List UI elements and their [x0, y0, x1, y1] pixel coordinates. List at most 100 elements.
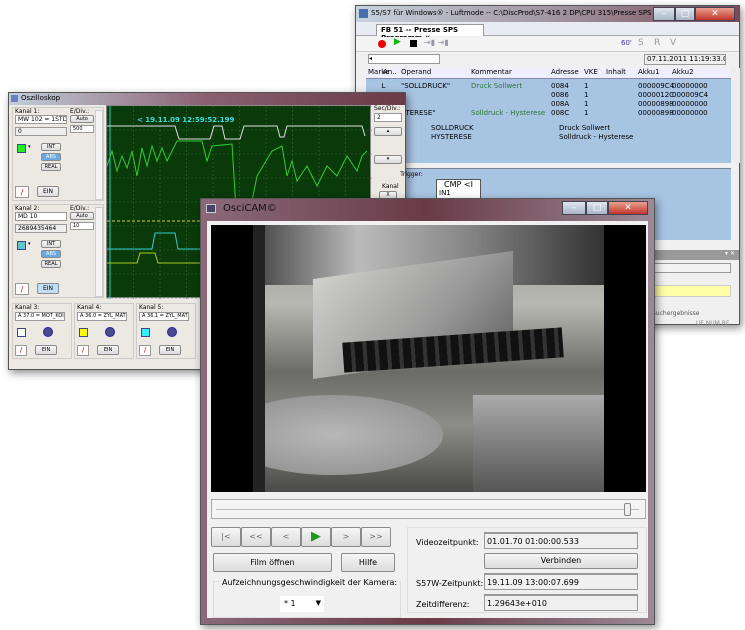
- channel-operand-field[interactable]: A 37.0 = MOT_KOI: [15, 312, 65, 321]
- cell-akku1: 0000012C: [638, 91, 675, 99]
- minimize-button[interactable]: –: [653, 7, 675, 21]
- open-film-button[interactable]: Film öffnen: [213, 553, 332, 572]
- channel-operand-field[interactable]: MW 102 = 1STDRU: [15, 115, 67, 124]
- channel-panel: Kanal 2: MD 10 2689435464 ▾ INT ABS REAL…: [12, 204, 104, 298]
- fast-forward-button[interactable]: >>: [361, 527, 391, 547]
- pen-icon[interactable]: /: [15, 345, 27, 356]
- watch-icon[interactable]: 60': [621, 39, 632, 47]
- cell-akku2: 00000000: [672, 109, 708, 117]
- auto-button[interactable]: Auto: [70, 115, 94, 123]
- tab-fb51[interactable]: FB 51 -- Presse SPS Programm ✕: [376, 24, 484, 42]
- play-icon[interactable]: ▶: [394, 37, 401, 47]
- channel-operand-field[interactable]: MD 10: [15, 212, 67, 221]
- horizontal-scrollbar[interactable]: ◂: [368, 54, 440, 64]
- close-button[interactable]: ✕: [695, 7, 735, 21]
- channel-operand-field[interactable]: A 36.1 = ZYL_MAT: [139, 312, 189, 321]
- table-row[interactable]: 0086 1 0000012C 000009C4: [366, 91, 731, 100]
- channel-panel: Kanal 3: A 37.0 = MOT_KOI / EIN: [12, 303, 72, 359]
- trace-table: Marke An.. Operand Kommentar Adresse VKE…: [366, 68, 731, 163]
- pen-icon[interactable]: /: [139, 345, 151, 356]
- play-button[interactable]: ▶: [301, 527, 331, 547]
- ediv-scrollbar[interactable]: [95, 207, 103, 297]
- cell-vke: 1: [584, 100, 589, 108]
- time-difference-field: 1.29643e+010: [484, 594, 638, 611]
- led-icon: [105, 327, 115, 337]
- cell-operand: "SOLLDRUCK": [401, 82, 451, 90]
- channel-color-swatch[interactable]: [17, 328, 26, 337]
- oscicam-window: OsciCAM© –□✕ |< << < ▶ > >> Film öffne: [200, 198, 655, 625]
- table-row[interactable]: STERESE" Solldruck - Hysterese 008C 1 000008…: [366, 109, 731, 118]
- abs-button[interactable]: ABS: [41, 250, 61, 258]
- sync-panel: Videozeitpunkt: 01.01.70 01:00:00.533 Ve…: [407, 527, 647, 613]
- cell-akku1: 000009C4: [638, 82, 675, 90]
- stop-icon[interactable]: [410, 40, 417, 47]
- pen-icon[interactable]: /: [77, 345, 89, 356]
- ein-button[interactable]: EIN: [37, 186, 59, 197]
- abs-button[interactable]: ABS: [41, 153, 61, 161]
- color-dropdown-icon[interactable]: ▾: [28, 144, 31, 150]
- ein-button[interactable]: EIN: [159, 345, 181, 355]
- video-position-slider[interactable]: [211, 499, 646, 519]
- app-icon: [206, 204, 216, 213]
- ein-button[interactable]: EIN: [97, 345, 119, 355]
- step-icon[interactable]: ⇥▮ ⇥▮: [424, 38, 449, 47]
- vertical-scrollbar[interactable]: [731, 68, 740, 163]
- cell-akku1: 00000898: [638, 109, 674, 117]
- connect-button[interactable]: Verbinden: [484, 553, 638, 569]
- video-time-field: 01.01.70 01:00:00.533: [484, 532, 638, 549]
- cell-adresse: 008C: [551, 109, 570, 117]
- ediv-scrollbar[interactable]: [95, 110, 103, 200]
- channel-color-swatch[interactable]: [79, 328, 88, 337]
- pen-icon[interactable]: /: [15, 186, 29, 198]
- r-button[interactable]: R: [654, 38, 660, 48]
- channel-operand-field[interactable]: A 36.0 = ZYL_MAT: [77, 312, 127, 321]
- ein-button[interactable]: EIN: [37, 283, 59, 294]
- status-indicators: UF NUM RF: [696, 320, 730, 327]
- app-icon: [11, 95, 18, 102]
- step-back-button[interactable]: <: [271, 527, 301, 547]
- record-icon[interactable]: [378, 40, 386, 48]
- secdiv-field[interactable]: 2: [374, 113, 402, 122]
- int-button[interactable]: INT: [41, 240, 61, 248]
- ediv-field[interactable]: 10: [70, 222, 94, 230]
- speed-select[interactable]: * 1 ▼: [280, 596, 324, 612]
- osc-titlebar[interactable]: Oszilloskop: [9, 93, 405, 105]
- auto-button[interactable]: Auto: [70, 212, 94, 220]
- color-dropdown-icon[interactable]: ▾: [28, 241, 31, 247]
- real-button[interactable]: REAL: [41, 163, 61, 171]
- help-button[interactable]: Hilfe: [341, 553, 395, 572]
- maximize-button[interactable]: □: [586, 201, 608, 215]
- cam-titlebar[interactable]: OsciCAM© – □ ✕: [201, 199, 654, 219]
- v-button[interactable]: V: [670, 38, 676, 48]
- osc-title: Oszilloskop: [21, 94, 61, 102]
- s7-time-field: 19.11.09 13:00:07.699: [484, 573, 638, 590]
- channel-color-swatch[interactable]: [17, 241, 26, 250]
- s7-titlebar[interactable]: S5/S7 für Windows® - Luftmode -- C:\Disc…: [356, 6, 739, 22]
- minimize-button[interactable]: –: [562, 201, 586, 215]
- fast-rewind-button[interactable]: <<: [241, 527, 271, 547]
- pen-icon[interactable]: /: [15, 283, 29, 295]
- channel-color-swatch[interactable]: [141, 328, 150, 337]
- cell-akku2: 000009C4: [672, 91, 709, 99]
- ediv-field[interactable]: 500: [70, 125, 94, 133]
- int-button[interactable]: INT: [41, 143, 61, 151]
- s-button[interactable]: S: [638, 38, 644, 48]
- real-button[interactable]: REAL: [41, 260, 61, 268]
- table-row[interactable]: 008A 1 00000898 00000000: [366, 100, 731, 109]
- slider-thumb[interactable]: [623, 503, 631, 516]
- maximize-button[interactable]: □: [675, 7, 695, 21]
- secdiv-down-button[interactable]: ▾: [374, 155, 402, 164]
- step-forward-button[interactable]: >: [331, 527, 361, 547]
- channel-color-swatch[interactable]: [17, 144, 26, 153]
- cam-client: |< << < ▶ > >> Film öffnen Hilfe Aufzeic…: [207, 221, 648, 618]
- ein-button[interactable]: EIN: [35, 345, 57, 355]
- search-results-tab[interactable]: Suchergebnisse: [652, 310, 700, 317]
- cell-adresse: 0084: [551, 82, 569, 90]
- close-button[interactable]: ✕: [608, 201, 648, 215]
- cell-kommentar: Druck Sollwert: [471, 82, 523, 90]
- secdiv-up-button[interactable]: ▴: [374, 127, 402, 136]
- cell-operand: [401, 100, 471, 109]
- app-icon: [359, 9, 368, 18]
- first-frame-button[interactable]: |<: [211, 527, 241, 547]
- table-row[interactable]: L "SOLLDRUCK" Druck Sollwert 0084 1 000009C4 0…: [366, 82, 731, 91]
